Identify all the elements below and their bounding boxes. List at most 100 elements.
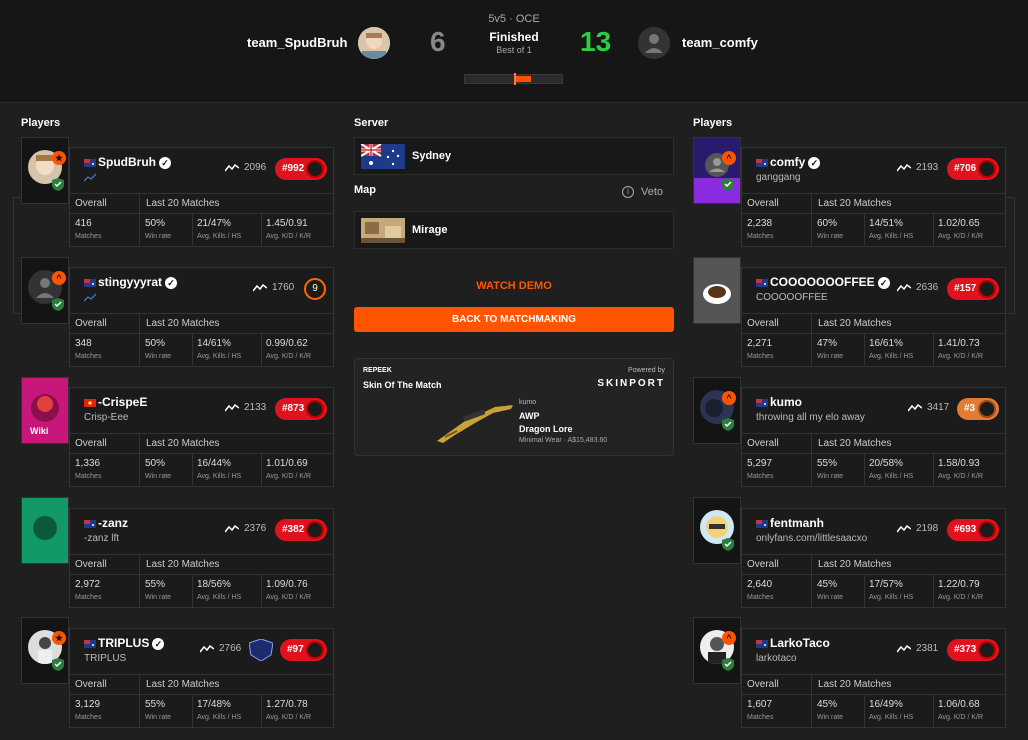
veto-link[interactable]: Veto bbox=[641, 186, 663, 198]
player-avatar[interactable]: ^ bbox=[693, 617, 741, 684]
skin-of-the-match-card[interactable]: REPEEK Skin Of The Match Powered by SKIN… bbox=[354, 358, 674, 456]
shield-icon bbox=[722, 178, 734, 191]
bracket-line bbox=[13, 197, 21, 314]
rank-chart-icon bbox=[84, 174, 96, 182]
stats-header-row: Overall Last 20 Matches bbox=[742, 554, 1005, 575]
player-elo: 1760 bbox=[272, 282, 295, 293]
player-avatar[interactable]: ^ bbox=[693, 377, 741, 444]
divider bbox=[261, 334, 262, 367]
player-card[interactable]: TRIPLUS ✓ TRIPLUS 2766 #97 Overall Last 20… bbox=[69, 628, 334, 728]
stat-label: Avg. K/D / K/R bbox=[938, 353, 983, 360]
rank-text: #3 bbox=[964, 403, 976, 414]
player-card[interactable]: -CrispeE Crisp-Eee 2133 #873 Overall Last… bbox=[69, 387, 334, 487]
stat-label: Avg. K/D / K/R bbox=[266, 233, 311, 240]
team1-name[interactable]: team_SpudBruh bbox=[247, 35, 347, 50]
stats-row: 5,297 Matches 55% Win rate 20/58% Avg. Kill… bbox=[742, 453, 1005, 487]
player-card[interactable]: kumo throwing all my elo away 3417 #3 Ov… bbox=[741, 387, 1006, 487]
player-name[interactable]: -zanz bbox=[98, 516, 128, 530]
info-icon[interactable]: i bbox=[622, 186, 634, 198]
player-elo: 2198 bbox=[916, 523, 939, 534]
team2-players-title: Players bbox=[693, 117, 733, 129]
watch-demo-button[interactable]: WATCH DEMO bbox=[354, 280, 674, 292]
player-avatar[interactable]: ^ bbox=[693, 137, 741, 204]
server-label: Server bbox=[354, 117, 389, 129]
player-subtitle: Crisp-Eee bbox=[84, 412, 129, 423]
rank-badge: #157 bbox=[947, 278, 999, 300]
divider bbox=[811, 334, 812, 367]
flag-au-icon bbox=[84, 279, 96, 287]
player-avatar[interactable] bbox=[21, 497, 69, 564]
player-card[interactable]: comfy ✓ ganggang 2193 #706 Overall Last 20… bbox=[741, 147, 1006, 247]
stat-value: 1.01/0.69 bbox=[266, 458, 308, 469]
stat-value: 18/56% bbox=[197, 579, 231, 590]
rank-chart-icon bbox=[84, 294, 96, 302]
player-name[interactable]: comfy ✓ bbox=[770, 155, 821, 169]
player-card[interactable]: COOOOOOOFFEE ✓ COOOOOFFEE 2636 #157 Overa… bbox=[741, 267, 1006, 367]
stat-label: Avg. Kills / HS bbox=[197, 233, 242, 240]
rank-badge: #3 bbox=[957, 398, 999, 420]
player-name[interactable]: COOOOOOOFFEE ✓ bbox=[770, 275, 890, 289]
player-name[interactable]: TRIPLUS ✓ bbox=[98, 636, 165, 650]
player-avatar[interactable]: Wiki bbox=[21, 377, 69, 444]
stat-value: 21/47% bbox=[197, 218, 231, 229]
stat-value: 1.02/0.65 bbox=[938, 218, 980, 229]
trend-icon bbox=[897, 525, 911, 533]
stat-label: Matches bbox=[75, 473, 102, 480]
last20-header: Last 20 Matches bbox=[818, 318, 892, 329]
stat-label: Matches bbox=[75, 594, 102, 601]
divider bbox=[933, 214, 934, 247]
rank-badge: #97 bbox=[280, 639, 327, 661]
stat-label: Win rate bbox=[145, 714, 172, 721]
player-name[interactable]: stingyyyrat ✓ bbox=[98, 275, 178, 289]
player-avatar[interactable]: ^ bbox=[21, 257, 69, 324]
overall-header: Overall bbox=[75, 559, 107, 570]
player-card[interactable]: LarkoTaco larkotaco 2381 #373 Overall Las… bbox=[741, 628, 1006, 728]
overall-header: Overall bbox=[747, 198, 779, 209]
player-card[interactable]: SpudBruh ✓ 2096 #992 Overall Last 20 Match… bbox=[69, 147, 334, 247]
player-card[interactable]: fentmanh onlyfans.com/littlesaacxo 2198 … bbox=[741, 508, 1006, 608]
divider bbox=[192, 334, 193, 367]
team-logo-icon bbox=[249, 639, 273, 661]
stat-label: Matches bbox=[75, 714, 102, 721]
team2-avatar[interactable] bbox=[638, 27, 670, 59]
stat-value: 45% bbox=[817, 579, 838, 590]
overall-header: Overall bbox=[747, 559, 779, 570]
back-to-matchmaking-button[interactable]: BACK TO MATCHMAKING bbox=[354, 307, 674, 332]
avatar bbox=[694, 138, 740, 203]
player-card[interactable]: stingyyyrat ✓ 1760 9 Overall Last 20 Match… bbox=[69, 267, 334, 367]
player-subtitle: COOOOOFFEE bbox=[756, 292, 828, 303]
player-avatar[interactable]: ★ bbox=[21, 137, 69, 204]
stat-label: Avg. K/D / K/R bbox=[266, 353, 311, 360]
map-value: Mirage bbox=[412, 224, 448, 236]
best-of: Best of 1 bbox=[496, 45, 532, 55]
rank-text: #97 bbox=[287, 644, 304, 655]
flag-au-icon bbox=[756, 279, 768, 287]
player-card[interactable]: -zanz -zanz lft 2376 #382 Overall Last 20… bbox=[69, 508, 334, 608]
stat-value: 2,238 bbox=[747, 218, 773, 229]
team2-name[interactable]: team_comfy bbox=[682, 35, 758, 50]
repeek-logo: REPEEK bbox=[363, 367, 392, 374]
player-avatar[interactable] bbox=[693, 497, 741, 564]
stats-header-row: Overall Last 20 Matches bbox=[742, 674, 1005, 695]
rank-text: #992 bbox=[282, 163, 305, 174]
player-name[interactable]: fentmanh bbox=[770, 516, 824, 530]
divider bbox=[933, 334, 934, 367]
player-elo: 2133 bbox=[244, 402, 267, 413]
divider bbox=[139, 214, 140, 247]
player-avatar[interactable] bbox=[693, 257, 741, 324]
chevron-up-icon: ^ bbox=[722, 391, 736, 405]
player-name[interactable]: -CrispeE bbox=[98, 395, 147, 409]
player-name[interactable]: kumo bbox=[770, 395, 802, 409]
rank-ring-icon bbox=[978, 280, 996, 298]
round-progress-fill bbox=[515, 76, 531, 82]
skinport-logo[interactable]: SKINPORT bbox=[597, 378, 665, 389]
rank-text: #382 bbox=[282, 524, 305, 535]
player-avatar[interactable]: ★ bbox=[21, 617, 69, 684]
team1-avatar[interactable] bbox=[358, 27, 390, 59]
player-name[interactable]: SpudBruh ✓ bbox=[98, 155, 171, 169]
stat-value: 16/49% bbox=[869, 699, 903, 710]
divider bbox=[864, 575, 865, 608]
player-name[interactable]: LarkoTaco bbox=[770, 636, 830, 650]
stat-label: Avg. Kills / HS bbox=[869, 714, 914, 721]
trend-icon bbox=[225, 404, 239, 412]
